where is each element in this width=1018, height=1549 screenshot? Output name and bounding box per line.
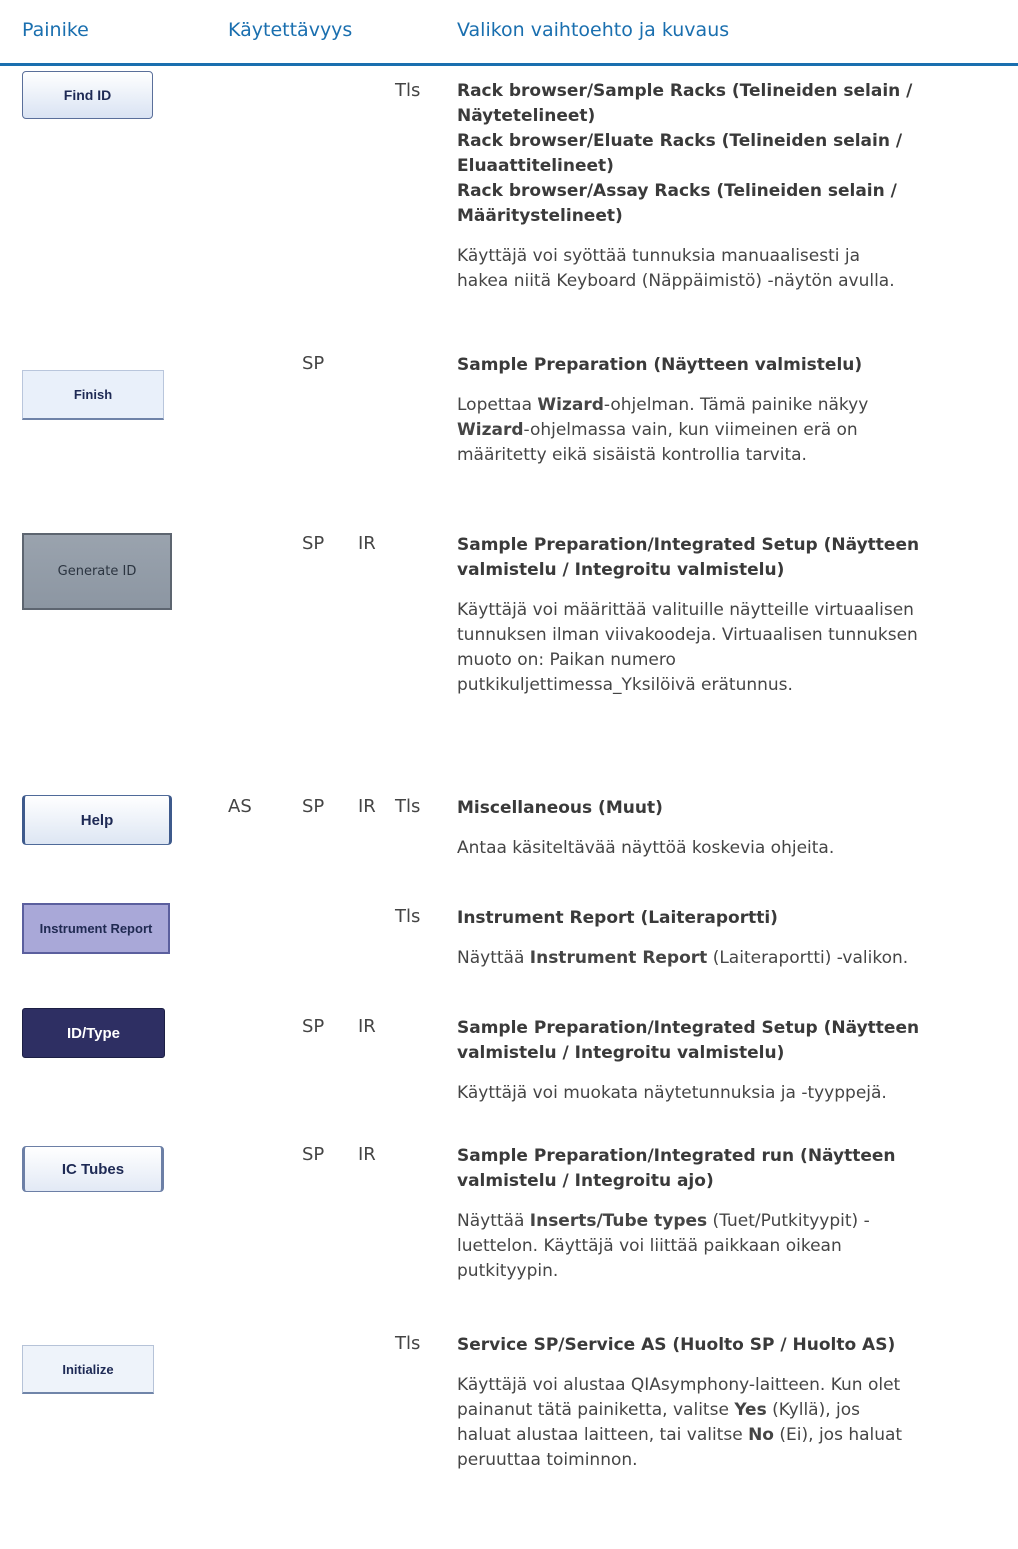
usage-ir: IR [358, 796, 376, 817]
menu-title: Rack browser/Assay Racks (Telineiden sel… [457, 181, 897, 201]
bold-term: Wizard [537, 395, 604, 415]
menu-description: määritetty eikä sisäistä kontrollia tarv… [457, 445, 807, 465]
menu-description: Wizard-ohjelmassa vain, kun viimeinen er… [457, 420, 858, 440]
usage-sp: SP [302, 533, 325, 554]
row-description: Service SP/Service AS (Huolto SP / Huolt… [457, 1333, 1002, 1473]
usage-ir: IR [358, 1144, 376, 1165]
menu-title: Sample Preparation/Integrated Setup (Näy… [457, 535, 920, 555]
row-description: Instrument Report (Laiteraportti) Näyttä… [457, 906, 1002, 971]
menu-title: Rack browser/Eluate Racks (Telineiden se… [457, 131, 903, 151]
menu-description: Käyttäjä voi muokata näytetunnuksia ja -… [457, 1083, 887, 1103]
find-id-button[interactable]: Find ID [22, 71, 153, 119]
bold-term: Wizard [457, 420, 524, 440]
header-divider [0, 63, 1018, 66]
table-header: Painike Käytettävyys Valikon vaihtoehto … [0, 0, 1018, 66]
usage-sp: SP [302, 353, 325, 374]
menu-description: tunnuksen ilman viivakoodeja. Virtuaalis… [457, 625, 918, 645]
bold-term: Yes [734, 1400, 767, 1420]
usage-as: AS [228, 796, 252, 817]
header-button-column: Painike [22, 19, 89, 41]
ic-tubes-button[interactable]: IC Tubes [22, 1146, 164, 1192]
usage-tls: Tls [395, 80, 421, 101]
menu-description: Näyttää Inserts/Tube types (Tuet/Putkity… [457, 1211, 870, 1231]
menu-description: putkikuljettimessa_Yksilöivä erätunnus. [457, 675, 793, 695]
header-usage-column: Käytettävyys [228, 19, 353, 41]
usage-sp: SP [302, 1144, 325, 1165]
menu-title: Sample Preparation/Integrated run (Näytt… [457, 1146, 896, 1166]
menu-title: Sample Preparation (Näytteen valmistelu) [457, 355, 863, 375]
help-button[interactable]: Help [22, 795, 172, 845]
bold-term: Inserts/Tube types [529, 1211, 708, 1231]
bold-term: No [748, 1425, 774, 1445]
usage-ir: IR [358, 1016, 376, 1037]
generate-id-button[interactable]: Generate ID [22, 533, 172, 610]
menu-title: Sample Preparation/Integrated Setup (Näy… [457, 1018, 920, 1038]
menu-description: muoto on: Paikan numero [457, 650, 676, 670]
row-description: Sample Preparation/Integrated Setup (Näy… [457, 1016, 1002, 1106]
finish-button[interactable]: Finish [22, 370, 164, 420]
menu-description: luettelon. Käyttäjä voi liittää paikkaan… [457, 1236, 842, 1256]
usage-sp: SP [302, 796, 325, 817]
instrument-report-button[interactable]: Instrument Report [22, 903, 170, 954]
usage-sp: SP [302, 1016, 325, 1037]
menu-description: Antaa käsiteltävää näyttöä koskevia ohje… [457, 838, 835, 858]
menu-title: valmistelu / Integroitu valmistelu) [457, 1043, 785, 1063]
menu-description: Käyttäjä voi alustaa QIAsymphony-laittee… [457, 1375, 901, 1395]
menu-title: valmistelu / Integroitu ajo) [457, 1171, 714, 1191]
id-type-button[interactable]: ID/Type [22, 1008, 165, 1058]
menu-title: Eluaattitelineet) [457, 156, 614, 176]
menu-description: Käyttäjä voi syöttää tunnuksia manuaalis… [457, 246, 861, 266]
menu-description: putkityypin. [457, 1261, 559, 1281]
menu-description: painanut tätä painiketta, valitse Yes (K… [457, 1400, 861, 1420]
menu-title: Rack browser/Sample Racks (Telineiden se… [457, 81, 913, 101]
initialize-button[interactable]: Initialize [22, 1345, 154, 1394]
bold-term: Instrument Report [529, 948, 708, 968]
usage-tls: Tls [395, 796, 421, 817]
row-description: Miscellaneous (Muut) Antaa käsiteltävää … [457, 796, 1002, 861]
menu-description: peruuttaa toiminnon. [457, 1450, 638, 1470]
menu-title: Näytetelineet) [457, 106, 596, 126]
menu-description: haluat alustaa laitteen, tai valitse No … [457, 1425, 903, 1445]
usage-tls: Tls [395, 1333, 421, 1354]
menu-description: Käyttäjä voi määrittää valituille näytte… [457, 600, 914, 620]
row-description: Sample Preparation (Näytteen valmistelu)… [457, 353, 1002, 468]
menu-title: Määritystelineet) [457, 206, 623, 226]
row-description: Sample Preparation/Integrated Setup (Näy… [457, 533, 1002, 698]
usage-ir: IR [358, 533, 376, 554]
menu-title: Service SP/Service AS (Huolto SP / Huolt… [457, 1335, 896, 1355]
menu-title: Miscellaneous (Muut) [457, 798, 663, 818]
menu-description: hakea niitä Keyboard (Näppäimistö) -näyt… [457, 271, 895, 291]
row-description: Sample Preparation/Integrated run (Näytt… [457, 1144, 1002, 1284]
menu-description: Lopettaa Wizard-ohjelman. Tämä painike n… [457, 395, 869, 415]
menu-title: Instrument Report (Laiteraportti) [457, 908, 778, 928]
row-description: Rack browser/Sample Racks (Telineiden se… [457, 79, 1002, 294]
menu-title: valmistelu / Integroitu valmistelu) [457, 560, 785, 580]
usage-tls: Tls [395, 906, 421, 927]
menu-description: Näyttää Instrument Report (Laiteraportti… [457, 948, 909, 968]
header-menu-column: Valikon vaihtoehto ja kuvaus [457, 19, 730, 41]
